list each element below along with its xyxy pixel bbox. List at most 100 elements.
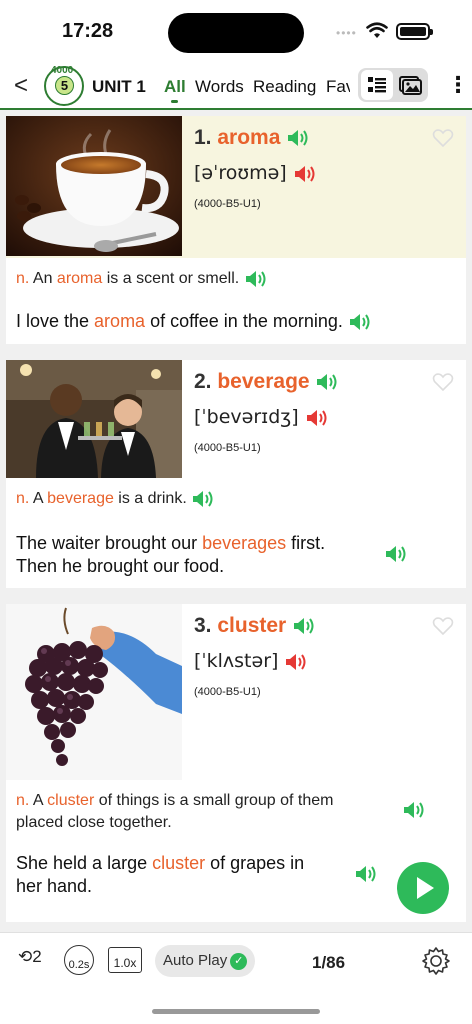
definition-text: An — [29, 270, 57, 287]
definition-text: of things is a small group of them — [94, 792, 334, 809]
part-of-speech: n. — [16, 792, 30, 809]
tab-all-label: All — [164, 77, 186, 96]
phonetic: [əˈroʊmə] — [194, 162, 317, 184]
word-text: beverage — [217, 370, 310, 393]
word-code: (4000-B5-U1) — [194, 686, 261, 698]
word-text: aroma — [217, 126, 281, 149]
tab-favorites[interactable]: Fav — [326, 77, 350, 97]
definition-line-2: placed close together. — [16, 814, 172, 831]
top-nav-bar: < 4000 5 UNIT 1 All Words Reading Fav ⋮ — [0, 64, 472, 110]
definition-text: is a drink. — [113, 490, 187, 507]
unit-title: UNIT 1 — [92, 77, 146, 96]
word-definition: n. An aroma is a scent or smell. — [16, 268, 268, 290]
word-number: 1. — [194, 126, 212, 149]
example-text: of coffee in the morning. — [145, 311, 343, 331]
word-card[interactable]: 2. beverage [ˈbevərɪdʒ] (4000-B5-U1) n. … — [6, 360, 466, 588]
phonetic-text: [əˈroʊmə] — [194, 162, 287, 184]
phonetic: [ˈbevərɪdʒ] — [194, 406, 329, 428]
word-text: cluster — [217, 614, 287, 637]
phonetic-speaker-icon[interactable] — [293, 164, 317, 184]
word-list: 1. aroma [əˈroʊmə] (4000-B5-U1) n. An ar… — [0, 110, 472, 932]
example-highlight: aroma — [94, 311, 146, 331]
word-card-header: 3. cluster [ˈklʌstər] (4000-B5-U1) — [6, 604, 466, 780]
check-icon: ✓ — [230, 952, 248, 970]
example-sentence: I love the aroma of coffee in the mornin… — [16, 310, 372, 333]
interval-value: 0.2s — [68, 959, 90, 971]
example-text: She held a large — [16, 853, 153, 873]
favorite-heart-icon[interactable] — [432, 128, 454, 148]
word-number: 2. — [194, 370, 212, 393]
page-indicator: 1/86 — [312, 953, 346, 972]
example-line-2: Then he brought our food. — [16, 556, 225, 576]
auto-play-toggle[interactable]: Auto Play ✓ — [155, 945, 256, 977]
definition-text: A — [29, 792, 48, 809]
back-button[interactable]: < — [14, 72, 28, 100]
gear-icon[interactable] — [420, 945, 452, 977]
play-button[interactable] — [397, 862, 449, 914]
speaker-icon[interactable] — [286, 128, 310, 148]
repeat-count-button[interactable]: ⟲2 — [18, 947, 42, 967]
speaker-icon[interactable] — [292, 616, 316, 636]
status-bar: 17:28 •••• — [0, 0, 472, 64]
example-line-1: She held a large cluster of grapes in — [16, 852, 304, 875]
word-card-header: 1. aroma [əˈroʊmə] (4000-B5-U1) — [6, 116, 466, 258]
example-line-1: The waiter brought our beverages first. — [16, 532, 325, 555]
word-image-coffee — [6, 116, 182, 256]
definition-highlight: aroma — [56, 270, 103, 287]
definition-text: is a scent or smell. — [102, 270, 240, 287]
active-tab-indicator — [171, 100, 178, 103]
example-speaker-icon[interactable] — [384, 544, 408, 564]
tab-reading[interactable]: Reading — [253, 77, 316, 97]
battery-icon — [396, 23, 433, 40]
definition-line-1: n. A cluster of things is a small group … — [16, 790, 334, 812]
list-view-button[interactable] — [361, 70, 393, 100]
example-text: The waiter brought our — [16, 533, 203, 553]
status-time: 17:28 — [62, 20, 114, 42]
example-highlight: beverages — [202, 533, 287, 553]
home-indicator — [152, 1009, 320, 1014]
phonetic-speaker-icon[interactable] — [284, 652, 308, 672]
favorite-heart-icon[interactable] — [432, 372, 454, 392]
part-of-speech: n. — [16, 270, 30, 287]
image-icon — [399, 76, 422, 95]
word-image-waiters — [6, 360, 182, 478]
definition-speaker-icon[interactable] — [191, 489, 215, 509]
dynamic-island — [168, 13, 304, 53]
auto-play-label: Auto Play — [163, 952, 228, 969]
example-sentence: She held a large cluster of grapes in he… — [16, 852, 304, 898]
word-code: (4000-B5-U1) — [194, 442, 261, 454]
tab-all[interactable]: All — [164, 77, 186, 103]
wifi-icon — [366, 22, 388, 38]
word-number: 3. — [194, 614, 212, 637]
favorite-heart-icon[interactable] — [432, 616, 454, 636]
more-options-icon[interactable]: ⋮ — [447, 72, 469, 98]
example-text: I love the — [16, 311, 95, 331]
word-title: 2. beverage — [194, 370, 339, 394]
speed-value: 1.0x — [113, 956, 137, 970]
tab-words[interactable]: Words — [195, 77, 244, 97]
phonetic-speaker-icon[interactable] — [305, 408, 329, 428]
definition-text: A — [29, 490, 48, 507]
view-toggle — [358, 68, 428, 102]
signal-icon: •••• — [336, 26, 357, 40]
word-title: 1. aroma — [194, 126, 310, 150]
logo-text: 4000 — [51, 65, 74, 76]
word-card-header: 2. beverage [ˈbevərɪdʒ] (4000-B5-U1) — [6, 360, 466, 480]
example-text: first. — [286, 533, 326, 553]
definition-highlight: cluster — [47, 792, 95, 809]
definition-speaker-icon[interactable] — [402, 800, 426, 820]
speaker-icon[interactable] — [315, 372, 339, 392]
image-view-button[interactable] — [394, 70, 426, 100]
speed-button[interactable]: 1.0x — [108, 947, 142, 973]
list-icon — [368, 77, 386, 93]
interval-button[interactable]: 0.2s — [64, 945, 94, 975]
word-card[interactable]: 1. aroma [əˈroʊmə] (4000-B5-U1) n. An ar… — [6, 116, 466, 344]
example-speaker-icon[interactable] — [354, 864, 378, 884]
example-line-2: her hand. — [16, 876, 93, 896]
example-speaker-icon[interactable] — [348, 312, 372, 332]
phonetic-text: [ˈbevərɪdʒ] — [194, 406, 299, 428]
repeat-count: 2 — [32, 947, 42, 966]
definition-speaker-icon[interactable] — [244, 269, 268, 289]
word-title: 3. cluster — [194, 614, 316, 638]
word-card[interactable]: 3. cluster [ˈklʌstər] (4000-B5-U1) n. A … — [6, 604, 466, 922]
